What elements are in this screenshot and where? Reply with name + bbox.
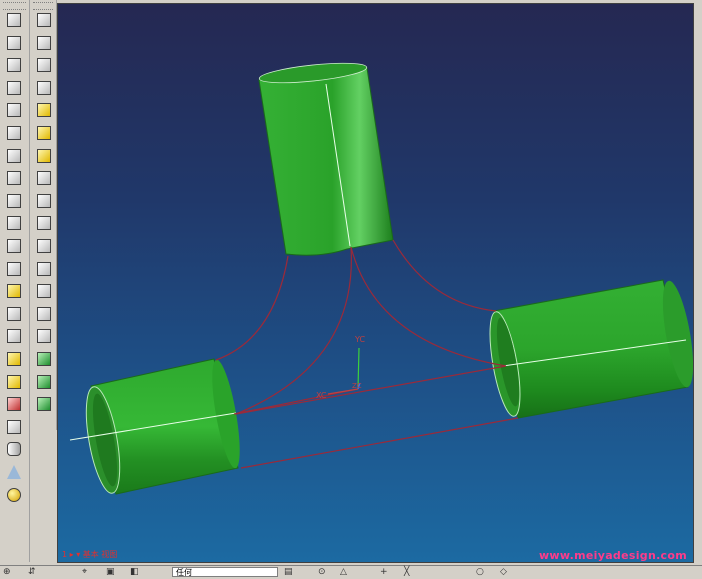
wrap-icon[interactable] (34, 281, 54, 301)
edge-blend-icon[interactable] (34, 10, 54, 30)
unite-icon[interactable] (34, 372, 54, 392)
cone-icon[interactable] (4, 462, 24, 482)
zc-label: ZC (352, 382, 362, 390)
patch-icon[interactable] (34, 236, 54, 256)
scale-icon[interactable] (34, 168, 54, 188)
simplify-icon[interactable] (34, 259, 54, 279)
emboss-icon[interactable] (34, 304, 54, 324)
pad-icon[interactable] (4, 191, 24, 211)
trim-icon[interactable] (4, 281, 24, 301)
csys-icon[interactable] (4, 394, 24, 414)
face-blend-icon[interactable] (34, 55, 54, 75)
hollow-icon[interactable] (34, 123, 54, 143)
mirror-icon[interactable] (34, 213, 54, 233)
xc-label: XC (316, 391, 327, 400)
extract-icon[interactable] (34, 349, 54, 369)
sketch-icon[interactable] (4, 10, 24, 30)
center-snap-icon[interactable]: ○ (476, 568, 484, 577)
selection-filter-field[interactable]: 任何 (172, 567, 278, 577)
offset-icon[interactable] (4, 304, 24, 324)
datum-axis-icon[interactable] (4, 372, 24, 392)
viewport-status-text: 1 ▸ ▾ 基本 视图 (62, 550, 118, 559)
tube-icon[interactable] (4, 100, 24, 120)
select-icon[interactable]: ⌖ (82, 568, 87, 577)
boss-icon[interactable] (4, 146, 24, 166)
groove-icon[interactable] (4, 236, 24, 256)
chamfer-icon[interactable] (34, 33, 54, 53)
snap-icon[interactable]: ⊕ (3, 568, 11, 577)
wcs-triad: YC XC ZC (316, 335, 365, 400)
thread-icon[interactable] (4, 259, 24, 279)
soft-blend-icon[interactable] (34, 78, 54, 98)
revolve-icon[interactable] (4, 55, 24, 75)
yc-label: YC (354, 335, 365, 344)
construction-curves (215, 239, 519, 469)
quadrant-snap-icon[interactable]: ◇ (500, 568, 507, 577)
left-operation-toolbar (30, 0, 57, 430)
draft-icon[interactable] (34, 146, 54, 166)
sweep-icon[interactable] (4, 78, 24, 98)
cylinder-icon[interactable] (4, 439, 24, 459)
graphics-viewport[interactable]: YC XC ZC 1 ▸ ▾ 基本 视图 www.meiyadesign.com (57, 3, 694, 563)
filter-icon[interactable]: ⇵ (28, 568, 36, 577)
lock-icon[interactable]: ▤ (284, 568, 293, 577)
top-cylinder[interactable] (258, 59, 394, 256)
datum-plane-icon[interactable] (4, 349, 24, 369)
hole-icon[interactable] (4, 123, 24, 143)
shell-icon[interactable] (34, 100, 54, 120)
selection-bar: ⊕ ⇵ ⌖ ▣ ◧ 任何 ▤ ⊙ △ + ╳ ○ ◇ (0, 565, 702, 579)
control-point-icon[interactable]: + (380, 568, 388, 577)
toolbar-grip[interactable] (3, 2, 26, 10)
right-cylinder[interactable] (484, 279, 694, 419)
type-filter-icon[interactable]: ◧ (130, 568, 139, 577)
right-frame (694, 0, 702, 565)
slot-icon[interactable] (4, 213, 24, 233)
pattern-icon[interactable] (4, 326, 24, 346)
toolbar-grip[interactable] (33, 2, 53, 10)
endpoint-snap-icon[interactable]: ⊙ (318, 568, 326, 577)
offset-face-icon[interactable] (34, 326, 54, 346)
extrude-icon[interactable] (4, 33, 24, 53)
watermark: www.meiyadesign.com (538, 549, 687, 562)
block-icon[interactable] (4, 417, 24, 437)
sphere-icon[interactable] (4, 485, 24, 505)
subtract-icon[interactable] (34, 394, 54, 414)
left-cylinder[interactable] (69, 358, 245, 496)
pick-icon[interactable]: ▣ (106, 568, 115, 577)
left-feature-toolbar (0, 0, 30, 562)
split-icon[interactable] (34, 191, 54, 211)
model-canvas[interactable]: YC XC ZC (58, 4, 694, 563)
midpoint-snap-icon[interactable]: △ (340, 568, 347, 577)
pocket-icon[interactable] (4, 168, 24, 188)
intersection-icon[interactable]: ╳ (404, 568, 409, 577)
